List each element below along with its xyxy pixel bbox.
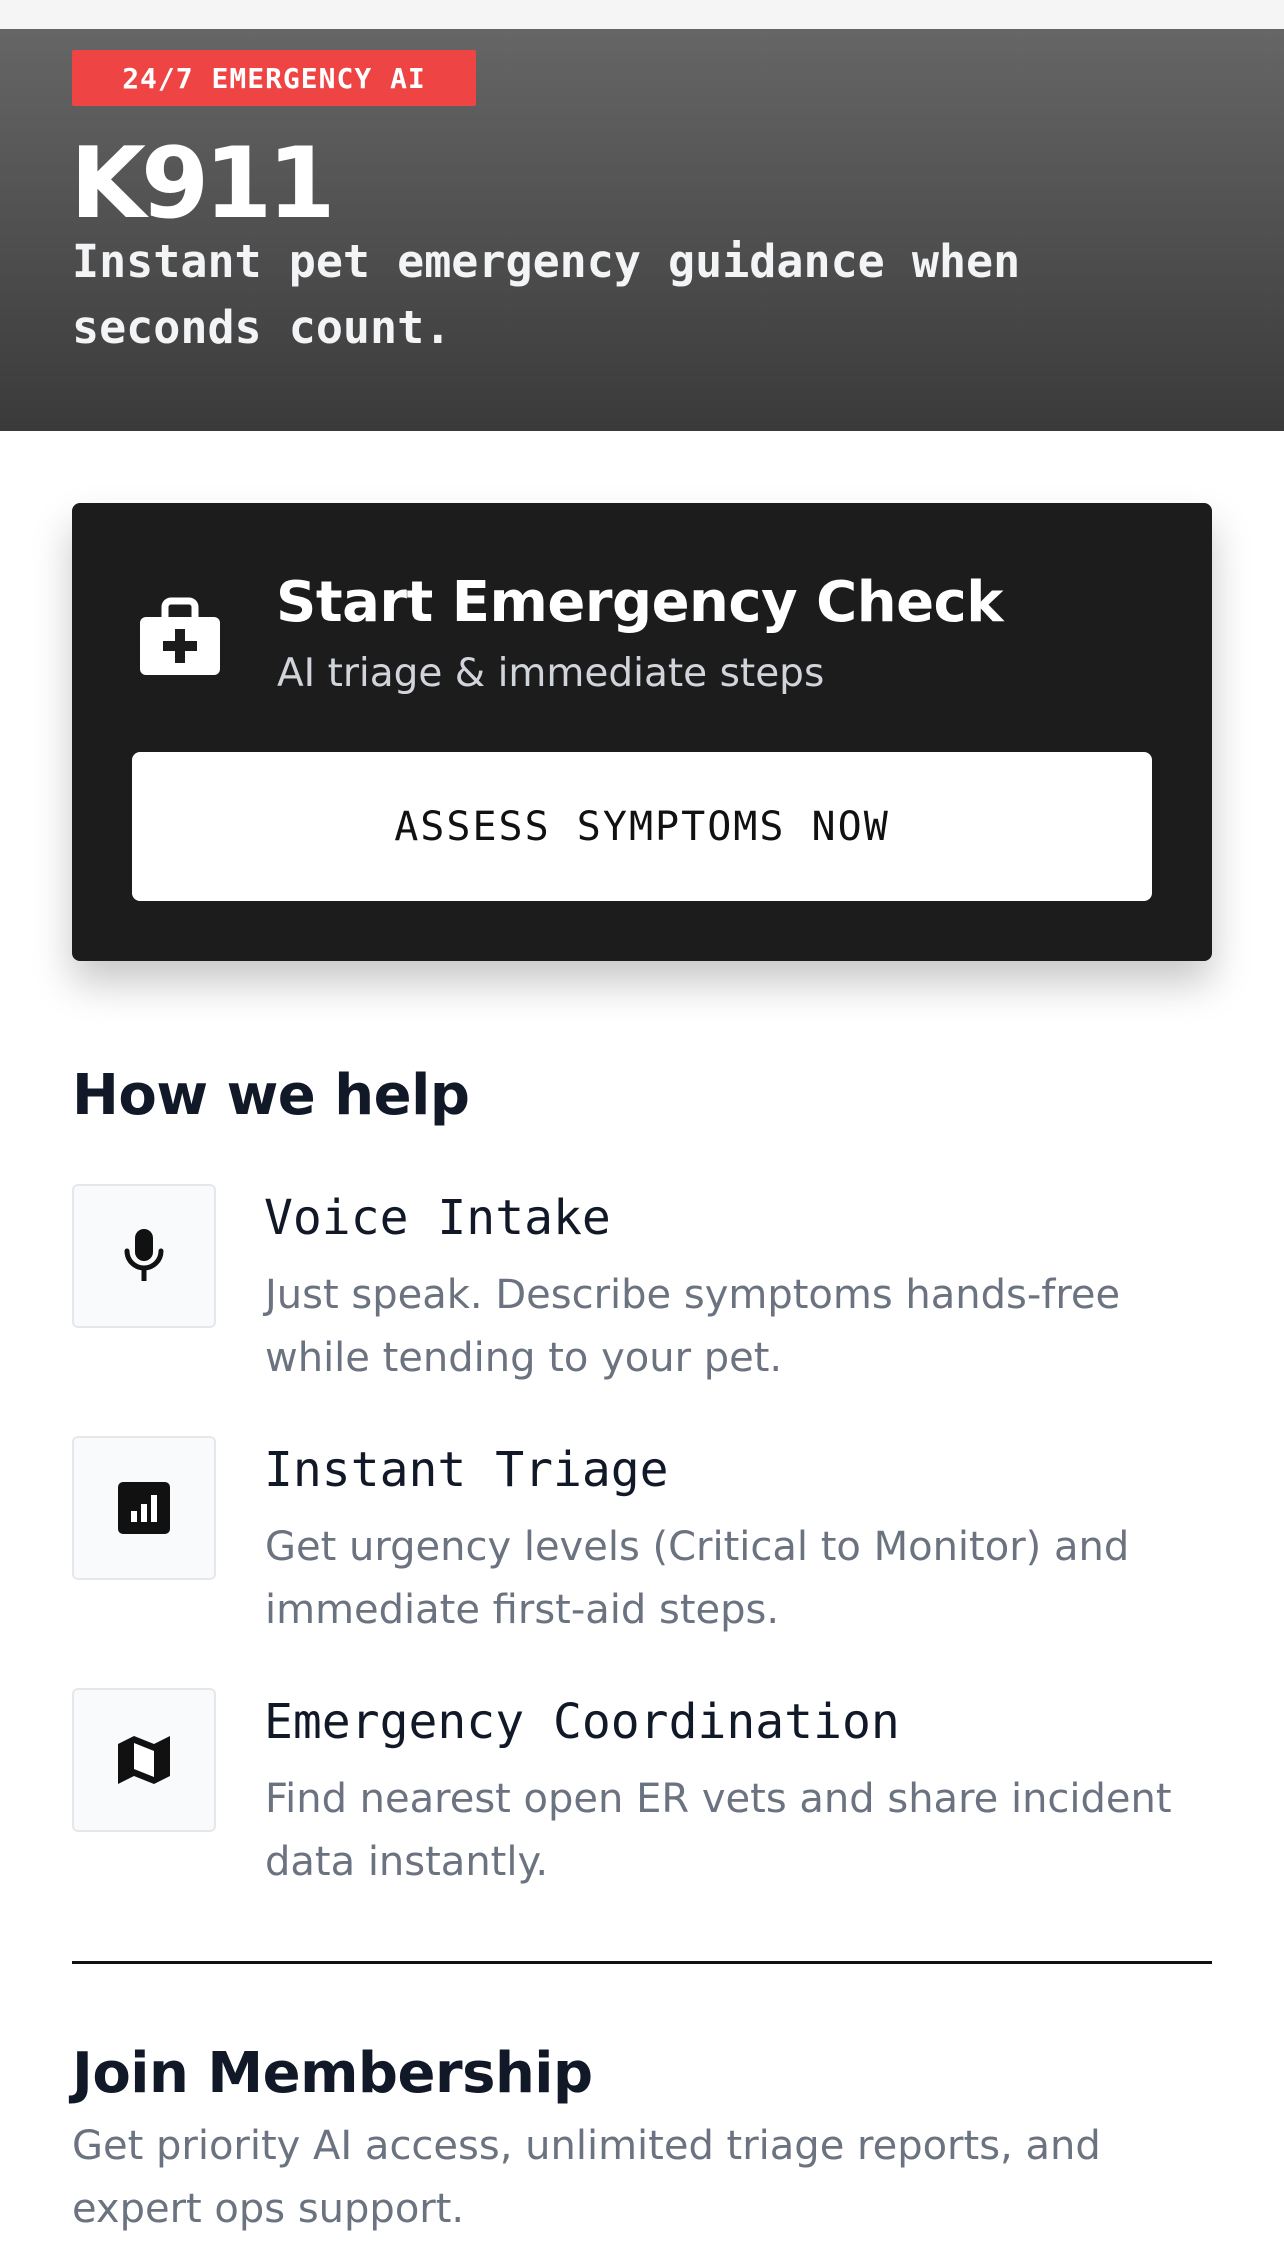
feature-instant-triage: Instant Triage Get urgency levels (Criti…	[72, 1436, 1212, 1656]
assess-symptoms-button[interactable]: ASSESS SYMPTOMS NOW	[132, 752, 1152, 901]
feature-title: Instant Triage	[264, 1442, 669, 1498]
membership-description: Get priority AI access, unlimited triage…	[72, 2123, 1101, 2232]
map-icon	[72, 1688, 216, 1832]
membership-heading: Join Membership	[72, 2041, 593, 2106]
app-title: K911	[70, 127, 336, 241]
emergency-check-subtitle: AI triage & immediate steps	[277, 651, 825, 696]
emergency-check-title: Start Emergency Check	[276, 570, 1004, 635]
feature-description: Find nearest open ER vets and share inci…	[265, 1776, 1172, 1885]
emergency-check-card: Start Emergency Check AI triage & immedi…	[72, 503, 1212, 961]
first-aid-kit-icon	[138, 591, 222, 675]
status-strip	[0, 0, 1284, 29]
hero-banner: 24/7 EMERGENCY AI K911 Instant pet emerg…	[0, 29, 1284, 431]
section-divider	[72, 1961, 1212, 1964]
microphone-icon	[72, 1184, 216, 1328]
hero-tagline: Instant pet emergency guidance when seco…	[72, 235, 1021, 354]
feature-emergency-coordination: Emergency Coordination Find nearest open…	[72, 1688, 1212, 1908]
feature-description: Get urgency levels (Critical to Monitor)…	[265, 1524, 1130, 1633]
bar-chart-icon	[72, 1436, 216, 1580]
emergency-badge: 24/7 EMERGENCY AI	[72, 50, 476, 106]
how-we-help-heading: How we help	[72, 1063, 470, 1128]
feature-title: Voice Intake	[264, 1190, 611, 1246]
feature-description: Just speak. Describe symptoms hands-free…	[265, 1272, 1121, 1381]
feature-voice-intake: Voice Intake Just speak. Describe sympto…	[72, 1184, 1212, 1404]
feature-title: Emergency Coordination	[264, 1694, 900, 1750]
